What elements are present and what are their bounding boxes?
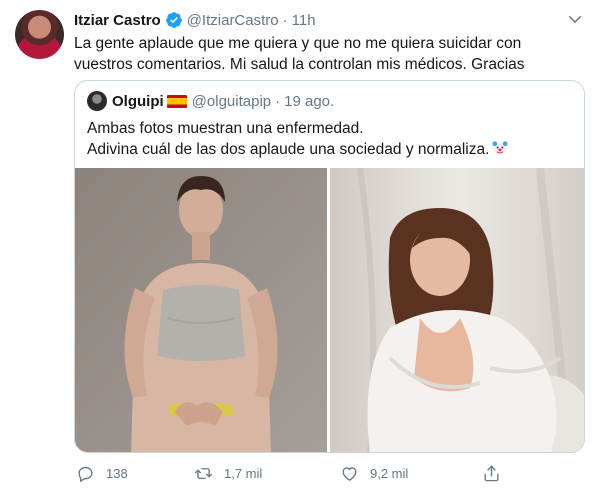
media-photo-left[interactable] bbox=[75, 168, 327, 452]
photo-left-illustration bbox=[75, 168, 327, 452]
share-button[interactable] bbox=[482, 462, 501, 484]
clown-face-icon bbox=[492, 141, 508, 155]
avatar[interactable] bbox=[15, 10, 64, 59]
quoted-tweet-text: Ambas fotos muestran una enfermedad. Adi… bbox=[87, 118, 567, 160]
like-count: 9,2 mil bbox=[370, 465, 409, 481]
tweet-header: Itziar Castro @ItziarCastro · 11h bbox=[74, 10, 316, 30]
reply-count: 138 bbox=[106, 465, 128, 481]
quoted-text-line-1: Ambas fotos muestran una enfermedad. bbox=[87, 120, 364, 137]
retweet-button[interactable]: 1,7 mil bbox=[194, 462, 262, 484]
like-button[interactable]: 9,2 mil bbox=[340, 462, 408, 484]
tweet-actions: 138 1,7 mil 9,2 mil bbox=[74, 462, 504, 484]
media-photo-right[interactable] bbox=[330, 168, 584, 452]
separator-dot: · bbox=[275, 92, 281, 110]
separator-dot: · bbox=[282, 11, 288, 29]
heart-icon bbox=[342, 466, 357, 481]
tweet-text: La gente aplaude que me quiera y que no … bbox=[74, 35, 525, 73]
quoted-avatar[interactable] bbox=[87, 91, 107, 111]
verified-badge-icon bbox=[165, 12, 182, 28]
quoted-tweet-header: Olguipi @olguitapip · 19 ago. bbox=[87, 91, 334, 111]
chevron-down-icon[interactable] bbox=[566, 10, 584, 28]
photo-right-illustration bbox=[330, 168, 584, 452]
quoted-text-line-2: Adivina cuál de las dos aplaude una soci… bbox=[87, 139, 567, 160]
author-name[interactable]: Itziar Castro bbox=[74, 12, 161, 29]
quoted-author-name[interactable]: Olguipi bbox=[112, 93, 164, 110]
spain-flag-icon bbox=[166, 94, 187, 108]
retweet-icon bbox=[194, 467, 213, 479]
tweet-timestamp[interactable]: 11h bbox=[292, 12, 316, 29]
quoted-author-handle[interactable]: @olguitapip bbox=[192, 93, 271, 110]
media-grid bbox=[75, 168, 584, 452]
reply-icon bbox=[78, 466, 93, 482]
reply-button[interactable]: 138 bbox=[76, 462, 128, 484]
tweet: Itziar Castro @ItziarCastro · 11h La gen… bbox=[0, 0, 601, 495]
quoted-timestamp[interactable]: 19 ago. bbox=[284, 93, 334, 110]
author-handle[interactable]: @ItziarCastro bbox=[187, 12, 279, 29]
quoted-text-line-2-content: Adivina cuál de las dos aplaude una soci… bbox=[87, 141, 490, 158]
share-icon bbox=[484, 465, 499, 481]
quoted-tweet[interactable]: Olguipi @olguitapip · 19 ago. Ambas foto… bbox=[74, 80, 585, 453]
retweet-count: 1,7 mil bbox=[224, 465, 263, 481]
